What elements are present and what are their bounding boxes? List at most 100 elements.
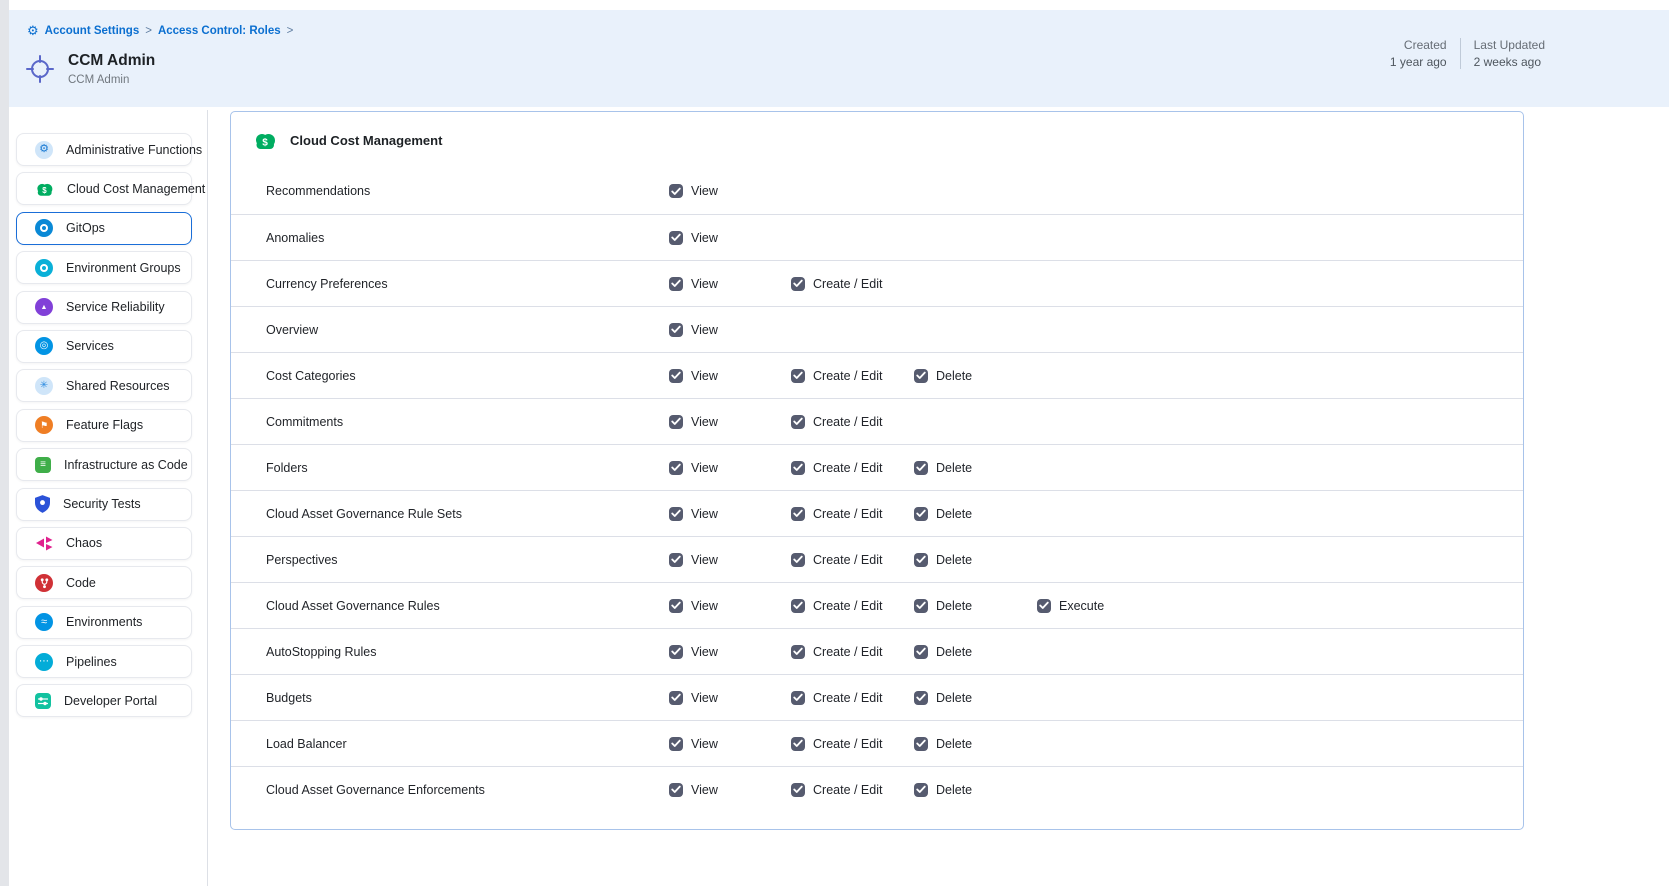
- permission-row-currency-preferences: Currency PreferencesViewCreate / Edit: [231, 260, 1523, 306]
- checked-checkbox-icon[interactable]: [914, 553, 928, 567]
- sidebar-item-feature-flags[interactable]: ⚑Feature Flags: [16, 409, 192, 442]
- sidebar-item-service-reliability[interactable]: ▲ Service Reliability: [16, 291, 192, 324]
- permission-label: View: [691, 369, 718, 383]
- permission-row-overview: OverviewView: [231, 306, 1523, 352]
- checked-checkbox-icon[interactable]: [669, 461, 683, 475]
- permission-label: Create / Edit: [813, 691, 882, 705]
- checked-checkbox-icon[interactable]: [791, 599, 805, 613]
- sidebar-item-label: Security Tests: [63, 497, 141, 511]
- role-title-block: CCM Admin CCM Admin: [25, 52, 155, 86]
- sidebar-item-services[interactable]: ◎Services: [16, 330, 192, 363]
- checked-checkbox-icon[interactable]: [791, 415, 805, 429]
- service-reliability-icon: ▲: [35, 298, 53, 316]
- checked-checkbox-icon[interactable]: [914, 461, 928, 475]
- permission-label: Delete: [936, 369, 972, 383]
- sidebar-item-code[interactable]: Code: [16, 566, 192, 599]
- checked-checkbox-icon[interactable]: [914, 783, 928, 797]
- last-updated-value: 2 weeks ago: [1474, 55, 1545, 69]
- permission-cell-execute: Execute: [1037, 599, 1523, 613]
- checked-checkbox-icon[interactable]: [914, 691, 928, 705]
- checked-checkbox-icon[interactable]: [1037, 599, 1051, 613]
- breadcrumb-separator: >: [287, 25, 294, 37]
- checked-checkbox-icon[interactable]: [669, 737, 683, 751]
- checked-checkbox-icon[interactable]: [791, 553, 805, 567]
- sidebar-item-shared-resources[interactable]: ✳Shared Resources: [16, 369, 192, 402]
- checked-checkbox-icon[interactable]: [791, 783, 805, 797]
- resource-label: Perspectives: [266, 553, 669, 567]
- sidebar-item-cloud-cost-management[interactable]: $Cloud Cost Management: [16, 172, 192, 205]
- resource-label: Cloud Asset Governance Rules: [266, 599, 669, 613]
- sidebar-item-developer-portal[interactable]: Developer Portal: [16, 684, 192, 717]
- sidebar-item-infrastructure-as-code[interactable]: ≡Infrastructure as Code: [16, 448, 192, 481]
- resource-label: Commitments: [266, 415, 669, 429]
- checked-checkbox-icon[interactable]: [914, 369, 928, 383]
- permission-label: Delete: [936, 737, 972, 751]
- checked-checkbox-icon[interactable]: [669, 231, 683, 245]
- permission-label: Create / Edit: [813, 277, 882, 291]
- checked-checkbox-icon[interactable]: [791, 507, 805, 521]
- sidebar-item-chaos[interactable]: Chaos: [16, 527, 192, 560]
- last-updated-label: Last Updated: [1474, 38, 1545, 52]
- checked-checkbox-icon[interactable]: [791, 369, 805, 383]
- sidebar-item-environment-groups[interactable]: Environment Groups: [16, 251, 192, 284]
- permission-label: Create / Edit: [813, 507, 882, 521]
- checked-checkbox-icon[interactable]: [669, 599, 683, 613]
- permission-label: View: [691, 553, 718, 567]
- permission-label: Execute: [1059, 599, 1104, 613]
- permission-row-recommendations: RecommendationsView: [231, 168, 1523, 214]
- checked-checkbox-icon[interactable]: [669, 184, 683, 198]
- iac-icon: ≡: [35, 457, 51, 473]
- sidebar-item-label: Administrative Functions: [66, 143, 202, 157]
- checked-checkbox-icon[interactable]: [791, 461, 805, 475]
- panel-title: Cloud Cost Management: [290, 133, 442, 148]
- checked-checkbox-icon[interactable]: [791, 645, 805, 659]
- permission-cell-delete: Delete: [914, 553, 1037, 567]
- breadcrumb: ⚙ Account Settings > Access Control: Rol…: [27, 24, 293, 37]
- breadcrumb-access-control-roles[interactable]: Access Control: Roles: [158, 25, 281, 37]
- created-meta: Created 1 year ago: [1390, 38, 1447, 69]
- permission-cell-view: View: [669, 599, 791, 613]
- sidebar-item-label: Service Reliability: [66, 300, 165, 314]
- sidebar-item-label: Code: [66, 576, 96, 590]
- permission-label: View: [691, 691, 718, 705]
- permission-label: View: [691, 783, 718, 797]
- breadcrumb-account-settings[interactable]: Account Settings: [45, 25, 140, 37]
- panel-header: $ Cloud Cost Management: [231, 112, 1523, 168]
- sidebar-item-gitops[interactable]: GitOps: [16, 212, 192, 245]
- sidebar-item-label: Environments: [66, 615, 142, 629]
- checked-checkbox-icon[interactable]: [791, 277, 805, 291]
- checked-checkbox-icon[interactable]: [914, 737, 928, 751]
- checked-checkbox-icon[interactable]: [669, 277, 683, 291]
- code-icon: [35, 574, 53, 592]
- checked-checkbox-icon[interactable]: [669, 507, 683, 521]
- checked-checkbox-icon[interactable]: [914, 645, 928, 659]
- checked-checkbox-icon[interactable]: [669, 645, 683, 659]
- sidebar-item-label: Developer Portal: [64, 694, 157, 708]
- svg-text:$: $: [42, 186, 47, 195]
- sidebar-item-administrative-functions[interactable]: ⚙Administrative Functions: [16, 133, 192, 166]
- checked-checkbox-icon[interactable]: [791, 691, 805, 705]
- permission-label: Delete: [936, 645, 972, 659]
- sidebar-item-pipelines[interactable]: ⋯Pipelines: [16, 645, 192, 678]
- checked-checkbox-icon[interactable]: [914, 599, 928, 613]
- permission-row-cloud-asset-governance-rules: Cloud Asset Governance RulesViewCreate /…: [231, 582, 1523, 628]
- permission-row-autostopping-rules: AutoStopping RulesViewCreate / EditDelet…: [231, 628, 1523, 674]
- sidebar-item-environments[interactable]: ≈Environments: [16, 606, 192, 639]
- permission-cell-create_edit: Create / Edit: [791, 783, 914, 797]
- permission-cell-create_edit: Create / Edit: [791, 461, 914, 475]
- resource-label: Currency Preferences: [266, 277, 669, 291]
- created-label: Created: [1390, 38, 1447, 52]
- checked-checkbox-icon[interactable]: [914, 507, 928, 521]
- checked-checkbox-icon[interactable]: [669, 415, 683, 429]
- checked-checkbox-icon[interactable]: [669, 691, 683, 705]
- sidebar-item-security-tests[interactable]: Security Tests: [16, 488, 192, 521]
- checked-checkbox-icon[interactable]: [791, 737, 805, 751]
- checked-checkbox-icon[interactable]: [669, 553, 683, 567]
- permission-label: Delete: [936, 553, 972, 567]
- page-header: ⚙ Account Settings > Access Control: Rol…: [9, 10, 1669, 107]
- checked-checkbox-icon[interactable]: [669, 783, 683, 797]
- cloud-dollar-icon: $: [253, 132, 277, 149]
- checked-checkbox-icon[interactable]: [669, 323, 683, 337]
- checked-checkbox-icon[interactable]: [669, 369, 683, 383]
- permission-label: Create / Edit: [813, 369, 882, 383]
